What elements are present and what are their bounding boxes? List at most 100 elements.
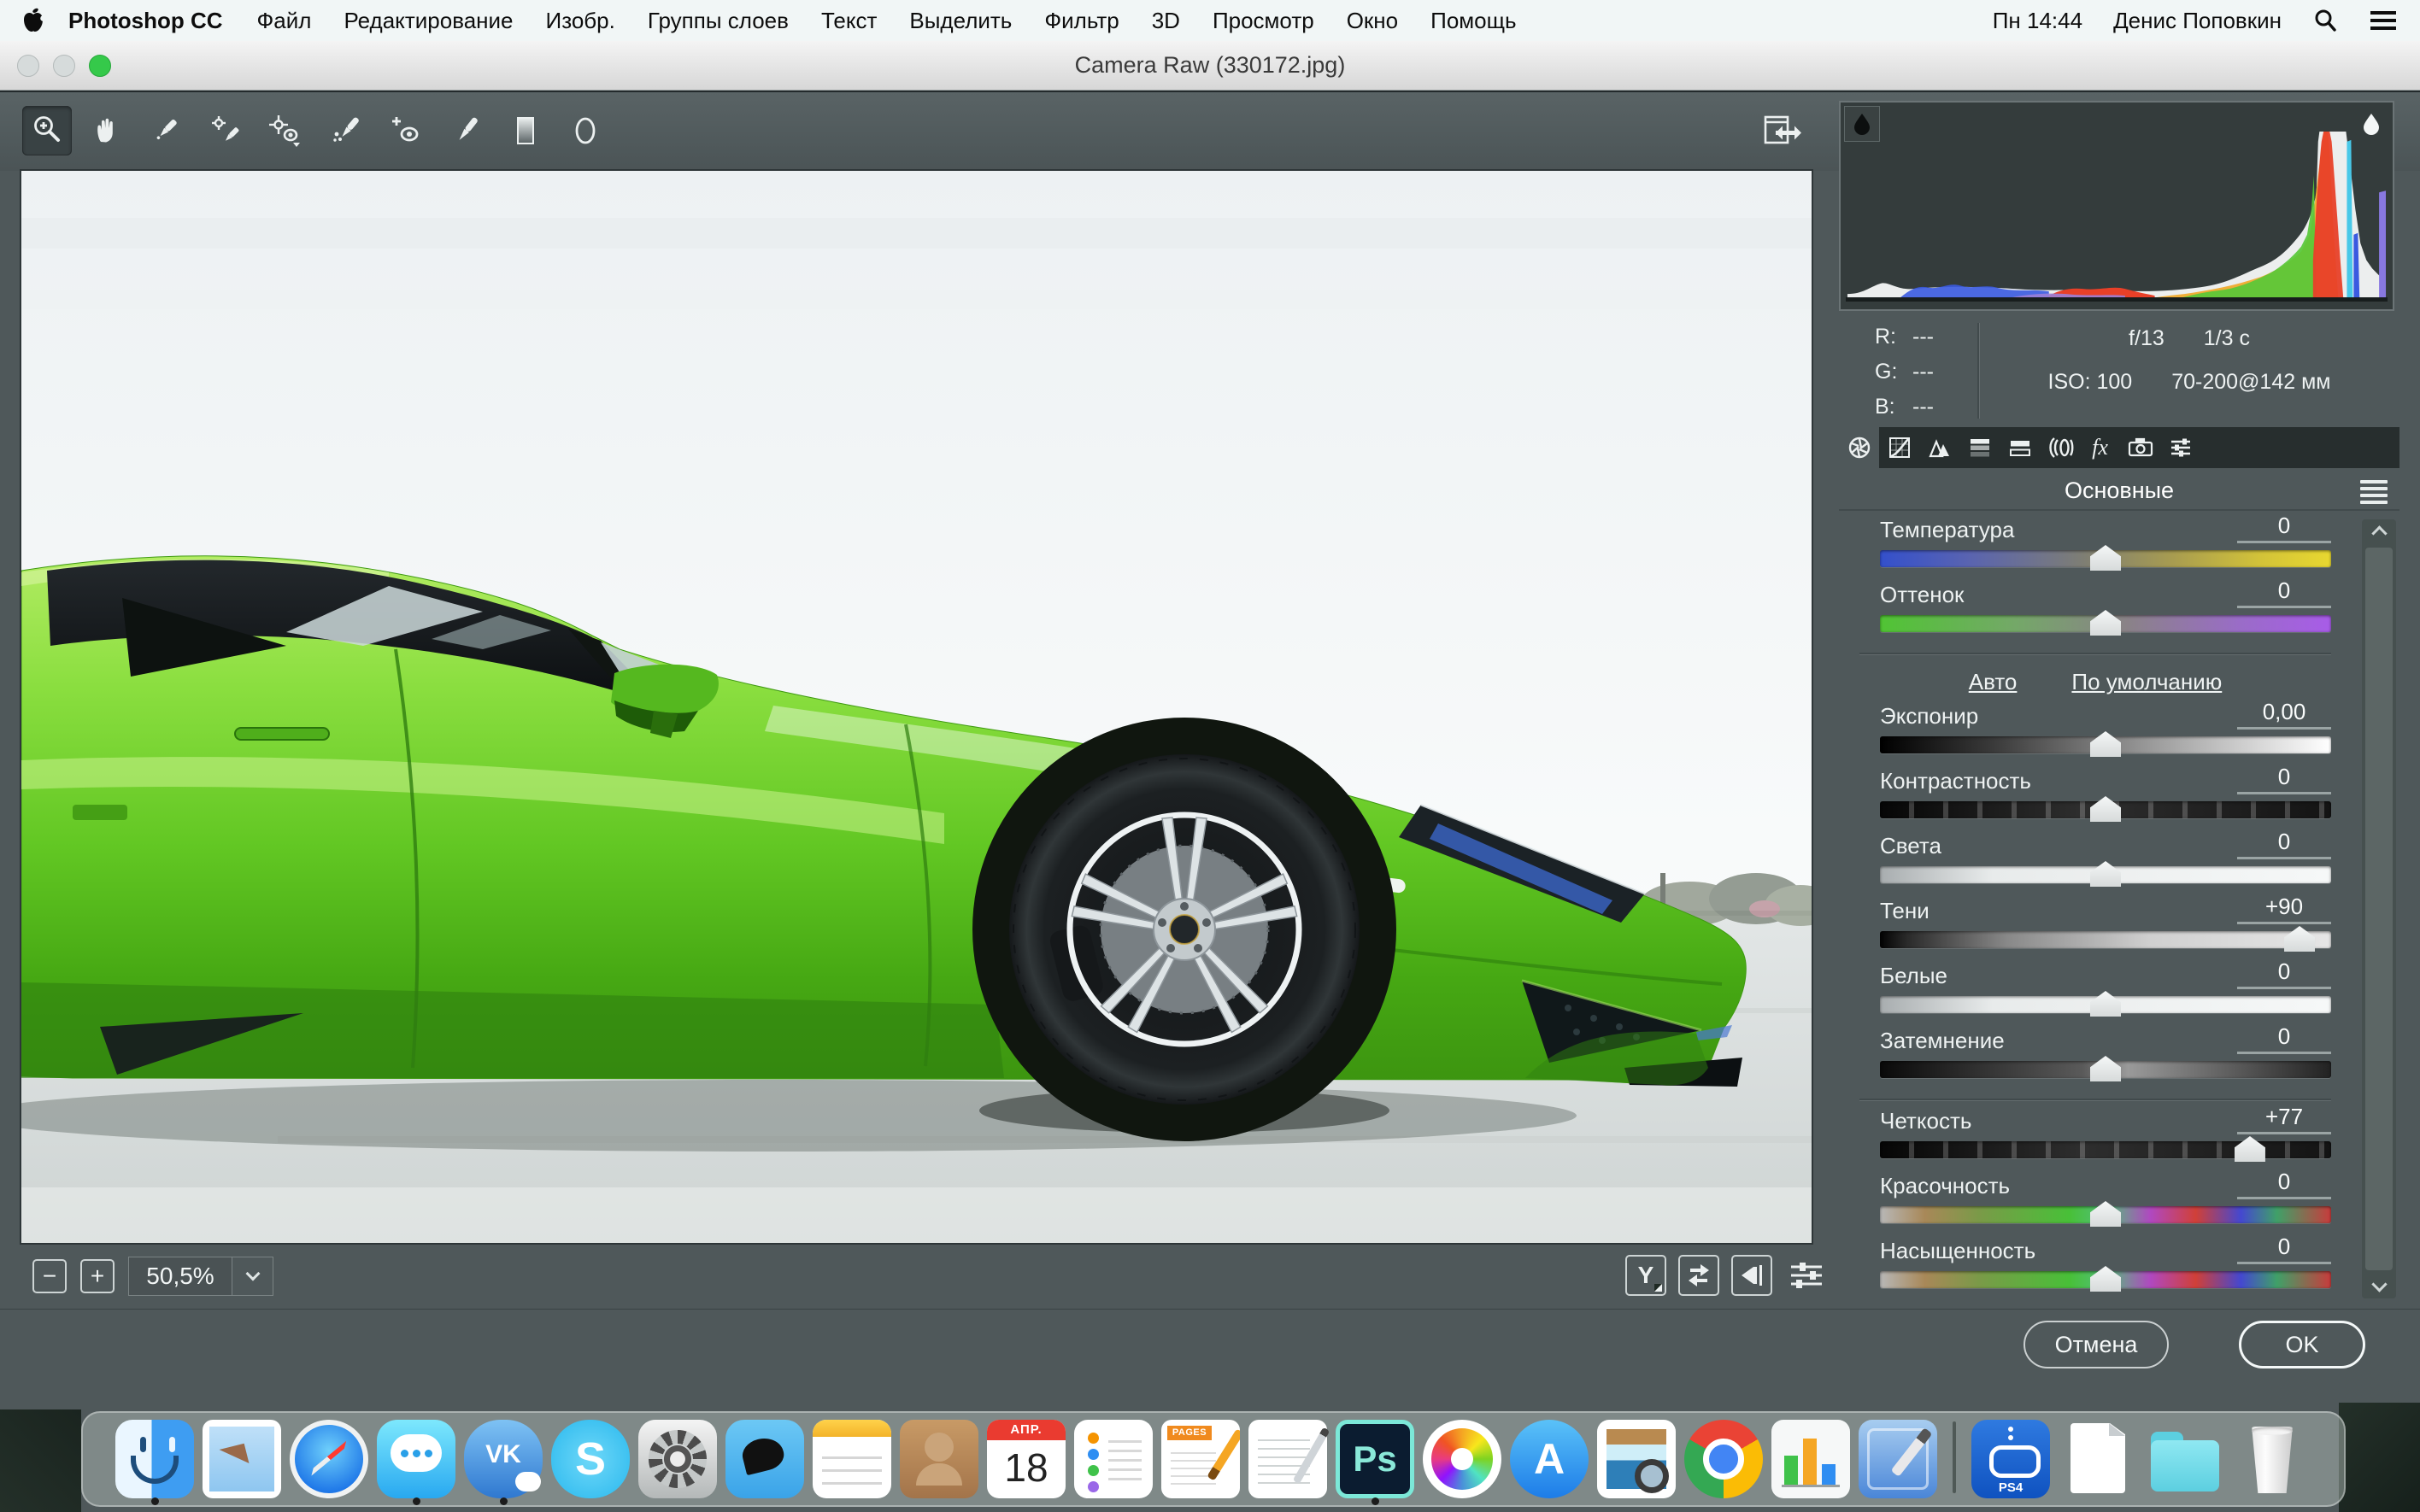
tab-camera-calibration-icon[interactable]	[2120, 427, 2160, 468]
swap-before-after-button[interactable]	[1678, 1255, 1719, 1296]
ok-button[interactable]: OK	[2239, 1321, 2365, 1368]
dock-documents-icon[interactable]	[2059, 1420, 2137, 1505]
slider-thumb[interactable]	[2090, 1201, 2121, 1227]
slider-track[interactable]	[1880, 801, 2331, 818]
menu-item[interactable]: Файл	[257, 8, 312, 34]
dock-textedit-icon[interactable]	[1248, 1420, 1327, 1505]
tab-basic-icon[interactable]	[1839, 427, 1879, 468]
hand-tool-icon[interactable]	[82, 106, 132, 155]
tab-lens-corrections-icon[interactable]	[2040, 427, 2080, 468]
dock-notes-icon[interactable]	[813, 1420, 891, 1505]
default-link[interactable]: По умолчанию	[2071, 669, 2222, 695]
tab-split-toning-icon[interactable]	[2000, 427, 2040, 468]
copy-settings-button[interactable]	[1731, 1255, 1772, 1296]
menu-item[interactable]: Фильтр	[1044, 8, 1119, 34]
toggle-fullscreen-icon[interactable]	[1759, 106, 1808, 155]
scrollbar-thumb[interactable]	[2365, 548, 2393, 1270]
slider-value[interactable]: 0	[2237, 958, 2331, 989]
notification-center-icon[interactable]	[2369, 9, 2398, 32]
slider-thumb[interactable]	[2090, 731, 2121, 757]
dock-trash-icon[interactable]	[2233, 1420, 2311, 1505]
dock-photos-icon[interactable]	[1423, 1420, 1501, 1505]
radial-filter-tool-icon[interactable]	[561, 106, 610, 155]
menu-item[interactable]: 3D	[1152, 8, 1180, 34]
slider-track[interactable]	[1880, 736, 2331, 753]
panel-menu-icon[interactable]	[2360, 480, 2388, 504]
apple-menu-icon[interactable]	[22, 8, 44, 33]
dock-ps4-icon[interactable]: PS4	[1971, 1420, 2050, 1505]
zoom-level-value[interactable]: 50,5%	[128, 1257, 232, 1296]
slider-value[interactable]: +90	[2237, 894, 2331, 924]
slider-thumb[interactable]	[2090, 991, 2121, 1017]
slider-thumb[interactable]	[2090, 545, 2121, 571]
scroll-up-icon[interactable]	[2371, 525, 2387, 541]
slider-track[interactable]	[1880, 1141, 2331, 1158]
dock-appstore-icon[interactable]: A	[1510, 1420, 1589, 1505]
slider-value[interactable]: 0	[2237, 1169, 2331, 1199]
slider-value[interactable]: 0	[2237, 764, 2331, 794]
graduated-filter-tool-icon[interactable]	[501, 106, 550, 155]
close-window-button[interactable]	[17, 55, 39, 77]
dock-preview-app-icon[interactable]	[1597, 1420, 1676, 1505]
dock-calendar-icon[interactable]: АПР.18	[987, 1420, 1066, 1505]
menu-item[interactable]: Изобр.	[546, 8, 615, 34]
spot-removal-tool-icon[interactable]	[321, 106, 371, 155]
slider-thumb[interactable]	[2235, 1136, 2265, 1162]
dock-xcode-icon[interactable]	[1859, 1420, 1937, 1505]
slider-value[interactable]: +77	[2237, 1104, 2331, 1134]
slider-track[interactable]	[1880, 615, 2331, 632]
slider-thumb[interactable]	[2090, 861, 2121, 887]
before-after-view-button[interactable]: Y	[1625, 1255, 1666, 1296]
adjustment-brush-tool-icon[interactable]	[441, 106, 490, 155]
dock-reminders-icon[interactable]	[1074, 1420, 1153, 1505]
zoom-level-dropdown[interactable]	[232, 1257, 273, 1296]
dock-twitter-icon[interactable]	[725, 1420, 804, 1505]
slider-value[interactable]: 0,00	[2237, 699, 2331, 730]
slider-thumb[interactable]	[2090, 1056, 2121, 1081]
dock-contacts-icon[interactable]	[900, 1420, 978, 1505]
panel-scrollbar[interactable]	[2362, 519, 2396, 1298]
dock-photoshop-icon[interactable]: Ps	[1336, 1420, 1414, 1505]
slider-track[interactable]	[1880, 550, 2331, 567]
dock-skype-icon[interactable]: S	[551, 1420, 630, 1505]
menu-item[interactable]: Помощь	[1430, 8, 1516, 34]
tab-effects-icon[interactable]: fx	[2080, 427, 2120, 468]
tab-detail-icon[interactable]	[1919, 427, 1959, 468]
zoom-out-button[interactable]: −	[32, 1259, 67, 1293]
app-name[interactable]: Photoshop CC	[68, 8, 223, 34]
dock-safari-icon[interactable]	[290, 1420, 368, 1505]
dock-numbers-icon[interactable]	[1771, 1420, 1850, 1505]
slider-thumb[interactable]	[2090, 610, 2121, 636]
tab-presets-icon[interactable]	[2160, 427, 2200, 468]
slider-track[interactable]	[1880, 996, 2331, 1013]
dock-chrome-icon[interactable]	[1684, 1420, 1763, 1505]
slider-value[interactable]: 0	[2237, 829, 2331, 859]
dock-mail-icon[interactable]	[203, 1420, 281, 1505]
image-preview-canvas[interactable]	[21, 171, 1812, 1243]
slider-value[interactable]: 0	[2237, 577, 2331, 608]
menu-item[interactable]: Окно	[1347, 8, 1398, 34]
dock-settings-icon[interactable]	[638, 1420, 717, 1505]
menu-item[interactable]: Выделить	[909, 8, 1012, 34]
slider-track[interactable]	[1880, 1206, 2331, 1223]
auto-link[interactable]: Авто	[1969, 669, 2018, 695]
menu-item[interactable]: Текст	[821, 8, 877, 34]
menu-item[interactable]: Редактирование	[344, 8, 513, 34]
cancel-button[interactable]: Отмена	[2024, 1321, 2169, 1368]
dock-pages-icon[interactable]: PAGES	[1161, 1420, 1240, 1505]
slider-track[interactable]	[1880, 931, 2331, 948]
slider-thumb[interactable]	[2284, 926, 2315, 952]
slider-track[interactable]	[1880, 1061, 2331, 1078]
dock-finder-icon[interactable]	[115, 1420, 194, 1505]
red-eye-removal-tool-icon[interactable]	[381, 106, 431, 155]
dock-folder-icon[interactable]	[2146, 1420, 2224, 1505]
menu-clock[interactable]: Пн 14:44	[1993, 8, 2082, 34]
slider-value[interactable]: 0	[2237, 513, 2331, 543]
menu-item[interactable]: Просмотр	[1213, 8, 1314, 34]
slider-track[interactable]	[1880, 866, 2331, 883]
menu-item[interactable]: Группы слоев	[648, 8, 789, 34]
zoom-tool-icon[interactable]	[22, 106, 72, 155]
slider-thumb[interactable]	[2090, 796, 2121, 822]
tab-hsl-grayscale-icon[interactable]	[1959, 427, 2000, 468]
preferences-sliders-icon[interactable]	[1784, 1255, 1829, 1296]
